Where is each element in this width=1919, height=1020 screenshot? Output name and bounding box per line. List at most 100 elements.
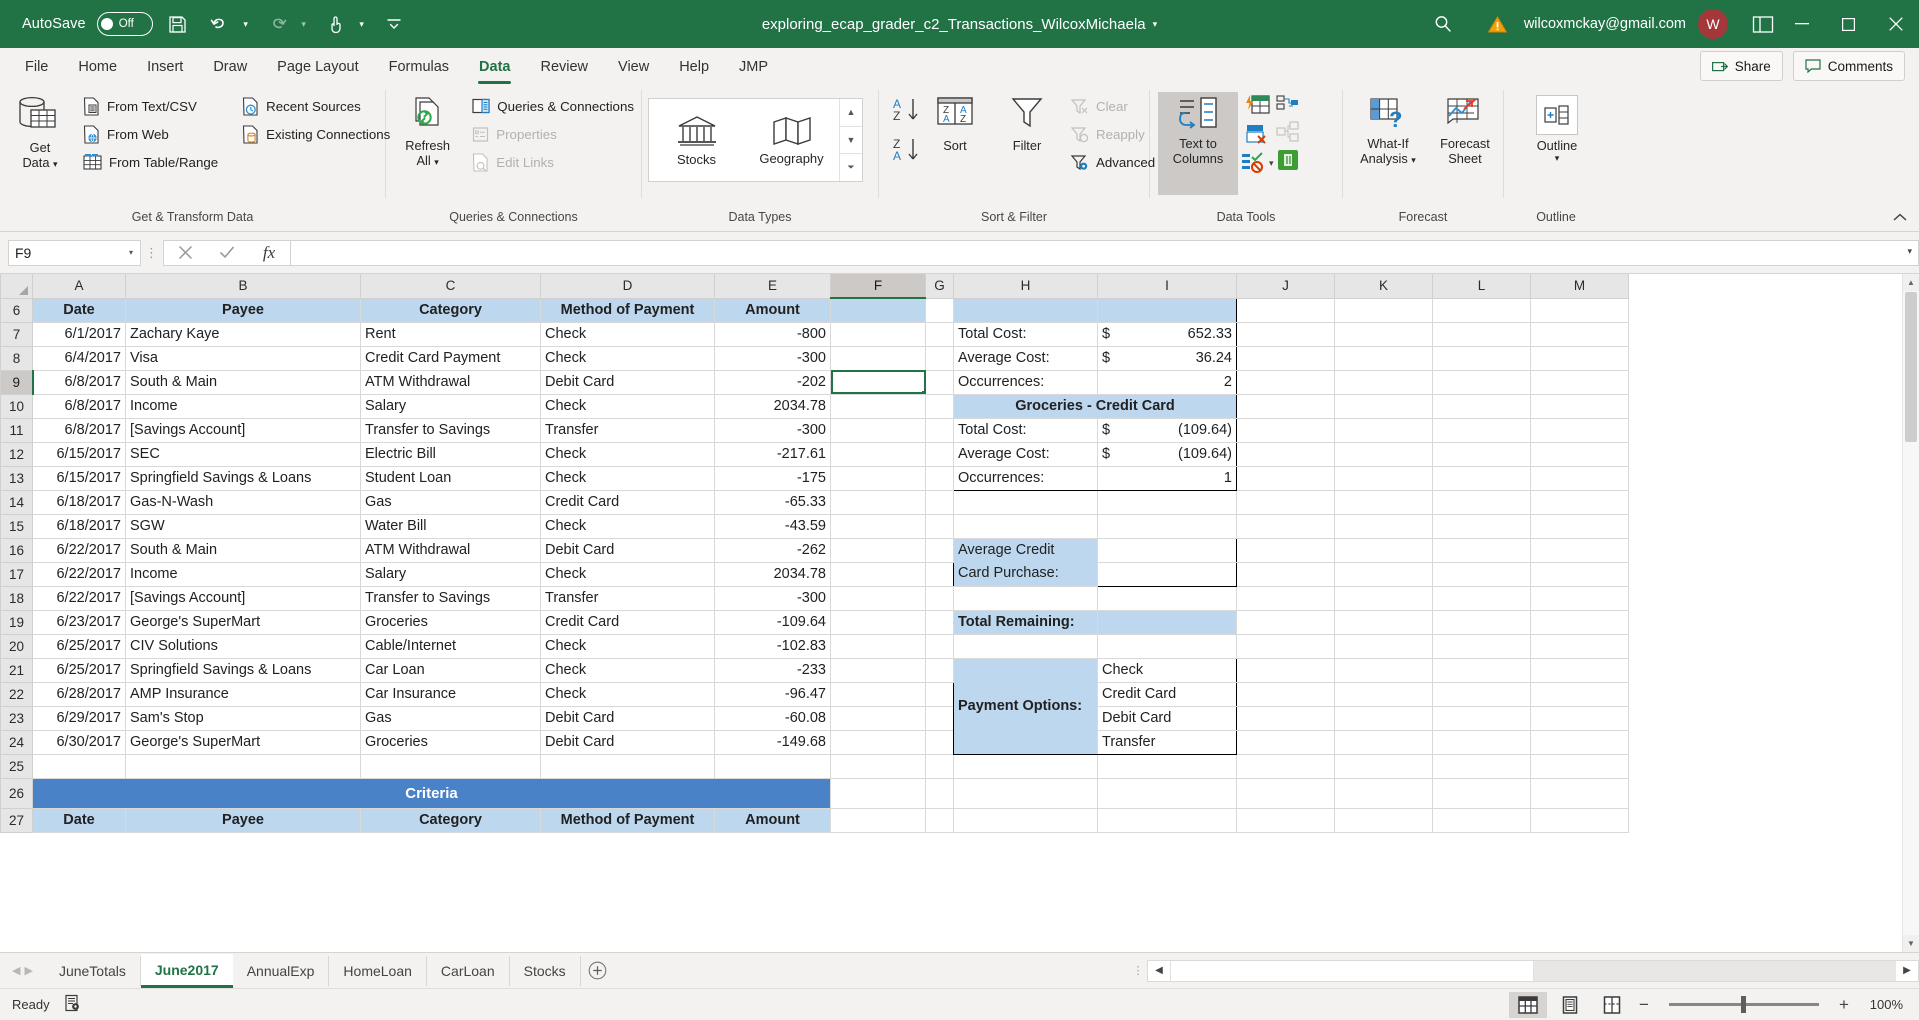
cell-G26[interactable] (926, 778, 954, 808)
cell-B17[interactable]: Income (126, 562, 361, 586)
vertical-scrollbar[interactable]: ▲ ▼ (1902, 274, 1919, 952)
cell-B8[interactable]: Visa (126, 346, 361, 370)
cell-F25[interactable] (831, 754, 926, 778)
maximize-button[interactable] (1825, 0, 1872, 48)
col-header-H[interactable]: H (954, 274, 1098, 298)
cell-L10[interactable] (1433, 394, 1531, 418)
cell-K9[interactable] (1335, 370, 1433, 394)
cell-L14[interactable] (1433, 490, 1531, 514)
cell-A16[interactable]: 6/22/2017 (33, 538, 126, 562)
avatar[interactable]: W (1698, 9, 1728, 39)
from-table-range-item[interactable]: From Table/Range (76, 148, 225, 176)
cell-D13[interactable]: Check (541, 466, 715, 490)
cell-L8[interactable] (1433, 346, 1531, 370)
row-header-24[interactable]: 24 (1, 730, 33, 754)
cell-M6[interactable] (1531, 298, 1629, 322)
cell-M24[interactable] (1531, 730, 1629, 754)
cell-M9[interactable] (1531, 370, 1629, 394)
cell-K12[interactable] (1335, 442, 1433, 466)
cell-D15[interactable]: Check (541, 514, 715, 538)
cell-I20[interactable] (1098, 634, 1237, 658)
row-header-13[interactable]: 13 (1, 466, 33, 490)
cell-J22[interactable] (1237, 682, 1335, 706)
cell-M12[interactable] (1531, 442, 1629, 466)
cell-D20[interactable]: Check (541, 634, 715, 658)
col-header-F[interactable]: F (831, 274, 926, 298)
formula-input[interactable]: ▾ (291, 240, 1919, 266)
cell-J12[interactable] (1237, 442, 1335, 466)
cell-F8[interactable] (831, 346, 926, 370)
cell-L9[interactable] (1433, 370, 1531, 394)
sheet-tab-annualexp[interactable]: AnnualExp (233, 956, 330, 986)
row-header-15[interactable]: 15 (1, 514, 33, 538)
row-header-9[interactable]: 9 (1, 370, 33, 394)
flash-fill-icon[interactable] (1240, 94, 1274, 118)
data-types-scroll[interactable]: ▲ ▼ ⏷ (839, 99, 862, 181)
cell-B23[interactable]: Sam's Stop (126, 706, 361, 730)
cell-M13[interactable] (1531, 466, 1629, 490)
col-header-G[interactable]: G (926, 274, 954, 298)
cell-B10[interactable]: Income (126, 394, 361, 418)
page-break-preview-button[interactable] (1593, 992, 1631, 1018)
cell-D8[interactable]: Check (541, 346, 715, 370)
sheet-tab-junetotals[interactable]: JuneTotals (45, 956, 141, 986)
cell-M10[interactable] (1531, 394, 1629, 418)
cell-A24[interactable]: 6/30/2017 (33, 730, 126, 754)
cell-I24[interactable]: Transfer (1098, 730, 1237, 754)
cell-A22[interactable]: 6/28/2017 (33, 682, 126, 706)
cell-F9-selected[interactable] (831, 370, 926, 394)
cell-B25[interactable] (126, 754, 361, 778)
cell-K8[interactable] (1335, 346, 1433, 370)
consolidate-icon[interactable] (1276, 94, 1300, 116)
tab-view[interactable]: View (603, 50, 664, 84)
cell-D21[interactable]: Check (541, 658, 715, 682)
sheet-nav-next-icon[interactable]: ▶ (24, 964, 32, 977)
cell-C18[interactable]: Transfer to Savings (361, 586, 541, 610)
gallery-more-icon[interactable]: ⏷ (840, 154, 862, 181)
cell-E10[interactable]: 2034.78 (715, 394, 831, 418)
cell-B13[interactable]: Springfield Savings & Loans (126, 466, 361, 490)
tab-file[interactable]: File (10, 50, 63, 84)
cell-L25[interactable] (1433, 754, 1531, 778)
cell-D27[interactable]: Method of Payment (541, 808, 715, 832)
cell-M14[interactable] (1531, 490, 1629, 514)
cell-K6[interactable] (1335, 298, 1433, 322)
cell-M15[interactable] (1531, 514, 1629, 538)
undo-icon[interactable] (203, 7, 237, 41)
horizontal-scroll-grip[interactable]: ⋮ (1129, 964, 1147, 977)
cell-H19-total-remaining[interactable]: Total Remaining: (954, 610, 1098, 634)
cell-I27[interactable] (1098, 808, 1237, 832)
from-web-item[interactable]: From Web (76, 120, 225, 148)
cell-L20[interactable] (1433, 634, 1531, 658)
cell-I22[interactable]: Credit Card (1098, 682, 1237, 706)
cell-L7[interactable] (1433, 322, 1531, 346)
cell-D11[interactable]: Transfer (541, 418, 715, 442)
cell-F12[interactable] (831, 442, 926, 466)
cell-E21[interactable]: -233 (715, 658, 831, 682)
row-header-20[interactable]: 20 (1, 634, 33, 658)
cell-M7[interactable] (1531, 322, 1629, 346)
cell-H11[interactable]: Total Cost: (954, 418, 1098, 442)
cell-K13[interactable] (1335, 466, 1433, 490)
cell-F24[interactable] (831, 730, 926, 754)
zoom-level[interactable]: 100% (1857, 997, 1903, 1012)
cell-E6[interactable]: Amount (715, 298, 831, 322)
gallery-scroll-down-icon[interactable]: ▼ (840, 127, 862, 155)
cancel-formula-icon[interactable] (164, 241, 206, 265)
cell-L15[interactable] (1433, 514, 1531, 538)
cell-E14[interactable]: -65.33 (715, 490, 831, 514)
undo-dropdown-icon[interactable]: ▾ (239, 7, 253, 41)
cell-F15[interactable] (831, 514, 926, 538)
cell-B14[interactable]: Gas-N-Wash (126, 490, 361, 514)
row-header-14[interactable]: 14 (1, 490, 33, 514)
autosave-toggle[interactable]: Off (97, 12, 153, 36)
cell-M17[interactable] (1531, 562, 1629, 586)
cell-C15[interactable]: Water Bill (361, 514, 541, 538)
cell-C23[interactable]: Gas (361, 706, 541, 730)
cell-A8[interactable]: 6/4/2017 (33, 346, 126, 370)
cell-L12[interactable] (1433, 442, 1531, 466)
cell-F10[interactable] (831, 394, 926, 418)
cell-J16[interactable] (1237, 538, 1335, 562)
sheet-tab-homeloan[interactable]: HomeLoan (329, 956, 427, 986)
collapse-ribbon-icon[interactable] (1893, 211, 1907, 225)
